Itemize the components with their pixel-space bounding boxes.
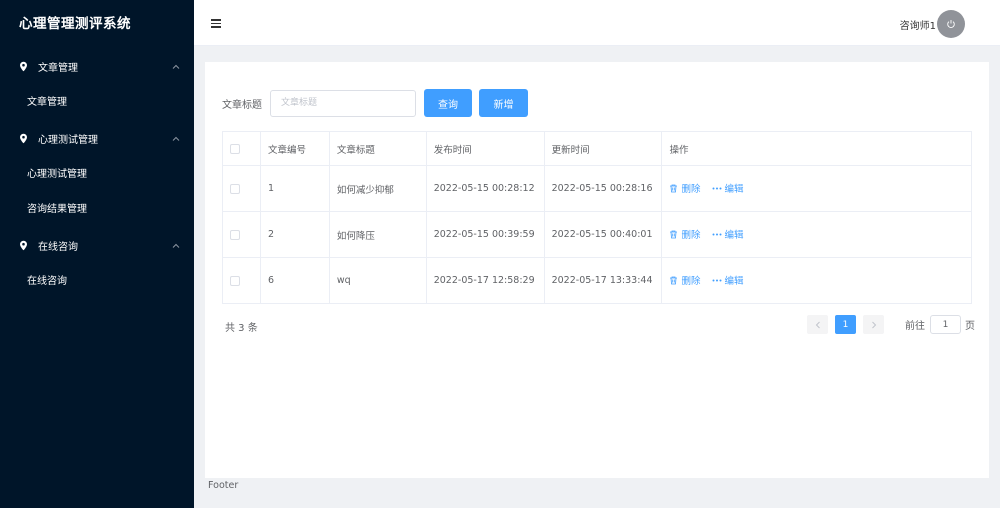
footer: Footer — [208, 480, 239, 491]
sidebar-item-psych-test-management[interactable]: 心理测试管理 — [0, 157, 194, 192]
row-checkbox[interactable] — [230, 275, 240, 286]
header: 咨询师1 — [194, 0, 1000, 46]
row-checkbox[interactable] — [230, 183, 240, 194]
edit-button[interactable]: 编辑 — [712, 181, 744, 195]
sidebar-item-consult-result-management[interactable]: 咨询结果管理 — [0, 192, 194, 227]
search-label: 文章标题 — [222, 99, 262, 111]
sidebar: 心理管理测评系统 文章管理 文章管理 心理测试管理 心理测试管理 咨询结果管理 … — [0, 0, 194, 508]
edit-label: 编辑 — [724, 276, 744, 288]
sidebar-item-article-management[interactable]: 文章管理 — [0, 85, 194, 120]
menu-group-article: 文章管理 文章管理 — [0, 48, 194, 120]
table-header-row: 文章编号 文章标题 发布时间 更新时间 操作 — [222, 131, 972, 166]
location-pin-icon — [20, 61, 27, 72]
location-pin-icon — [20, 133, 27, 144]
page-number-current[interactable]: 1 — [835, 315, 856, 334]
cell-id: 6 — [259, 257, 330, 304]
more-icon — [712, 233, 722, 236]
cell-updated: 2022-05-17 13:33:44 — [543, 257, 663, 304]
cell-updated: 2022-05-15 00:40:01 — [543, 211, 663, 258]
goto-page-input[interactable] — [930, 315, 961, 334]
cell-published: 2022-05-17 12:58:29 — [425, 257, 545, 304]
add-button[interactable]: 新增 — [479, 89, 528, 117]
location-pin-icon — [20, 240, 27, 251]
table-row: 1 如何减少抑郁 2022-05-15 00:28:12 2022-05-15 … — [222, 165, 972, 212]
cell-title: wq — [328, 257, 427, 304]
cell-title: 如何减少抑郁 — [328, 165, 427, 212]
goto-page: 前往 页 — [905, 315, 975, 334]
submenu-label: 在线咨询 — [38, 242, 78, 253]
delete-button[interactable]: 删除 — [669, 181, 700, 195]
edit-label: 编辑 — [724, 230, 744, 242]
table-row: 2 如何降压 2022-05-15 00:39:59 2022-05-15 00… — [222, 211, 972, 258]
prev-page-button[interactable] — [807, 315, 828, 334]
more-icon — [712, 279, 722, 282]
submenu-label: 心理测试管理 — [38, 135, 98, 146]
app-title: 心理管理测评系统 — [19, 16, 131, 32]
cell-title: 如何降压 — [328, 211, 427, 258]
pagination: 1 前往 页 — [807, 315, 975, 334]
cell-id: 2 — [259, 211, 330, 258]
user-name: 咨询师1 — [899, 21, 936, 32]
chevron-up-icon — [172, 243, 180, 248]
chevron-up-icon — [172, 64, 180, 69]
more-icon — [712, 187, 722, 190]
submenu-online-consult[interactable]: 在线咨询 — [0, 227, 194, 264]
title-search-input[interactable] — [270, 89, 416, 117]
hamburger-menu-icon[interactable] — [211, 19, 221, 28]
submenu-article-management[interactable]: 文章管理 — [0, 48, 194, 85]
sidebar-item-online-consult[interactable]: 在线咨询 — [0, 264, 194, 299]
cell-actions: 删除 编辑 — [661, 257, 972, 304]
cell-actions: 删除 编辑 — [661, 211, 972, 258]
select-all-cell — [222, 131, 261, 166]
power-icon — [947, 20, 955, 28]
delete-button[interactable]: 删除 — [669, 273, 700, 287]
cell-published: 2022-05-15 00:39:59 — [425, 211, 545, 258]
edit-button[interactable]: 编辑 — [712, 273, 744, 287]
avatar[interactable] — [937, 10, 965, 38]
cell-published: 2022-05-15 00:28:12 — [425, 165, 545, 212]
submenu-psych-test-management[interactable]: 心理测试管理 — [0, 120, 194, 157]
next-page-button[interactable] — [863, 315, 884, 334]
table-row: 6 wq 2022-05-17 12:58:29 2022-05-17 13:3… — [222, 257, 972, 304]
column-header: 发布时间 — [425, 131, 545, 166]
column-header: 更新时间 — [543, 131, 663, 166]
column-header: 文章标题 — [328, 131, 427, 166]
cell-actions: 删除 编辑 — [661, 165, 972, 212]
delete-label: 删除 — [681, 184, 701, 196]
goto-prefix: 前往 — [905, 321, 925, 332]
menu-group-online-consult: 在线咨询 在线咨询 — [0, 227, 194, 299]
column-header: 操作 — [661, 131, 972, 166]
chevron-right-icon — [871, 321, 876, 328]
edit-label: 编辑 — [724, 184, 744, 196]
edit-button[interactable]: 编辑 — [712, 227, 744, 241]
delete-label: 删除 — [681, 230, 701, 242]
row-checkbox[interactable] — [230, 229, 240, 240]
menu-group-psych-test: 心理测试管理 心理测试管理 咨询结果管理 — [0, 120, 194, 227]
delete-label: 删除 — [681, 276, 701, 288]
trash-icon — [670, 276, 678, 285]
submenu-label: 文章管理 — [38, 63, 78, 74]
total-count: 共 3 条 — [225, 323, 258, 334]
article-table: 文章编号 文章标题 发布时间 更新时间 操作 1 如何减少抑郁 2022-05-… — [222, 131, 972, 304]
chevron-up-icon — [172, 136, 180, 141]
chevron-left-icon — [815, 321, 820, 328]
delete-button[interactable]: 删除 — [669, 227, 700, 241]
query-button[interactable]: 查询 — [424, 89, 472, 117]
column-header: 文章编号 — [259, 131, 330, 166]
trash-icon — [670, 230, 678, 239]
trash-icon — [670, 184, 678, 193]
select-all-checkbox[interactable] — [230, 143, 240, 154]
cell-id: 1 — [259, 165, 330, 212]
search-bar: 文章标题 查询 新增 — [222, 89, 528, 117]
cell-updated: 2022-05-15 00:28:16 — [543, 165, 663, 212]
goto-suffix: 页 — [965, 321, 975, 332]
